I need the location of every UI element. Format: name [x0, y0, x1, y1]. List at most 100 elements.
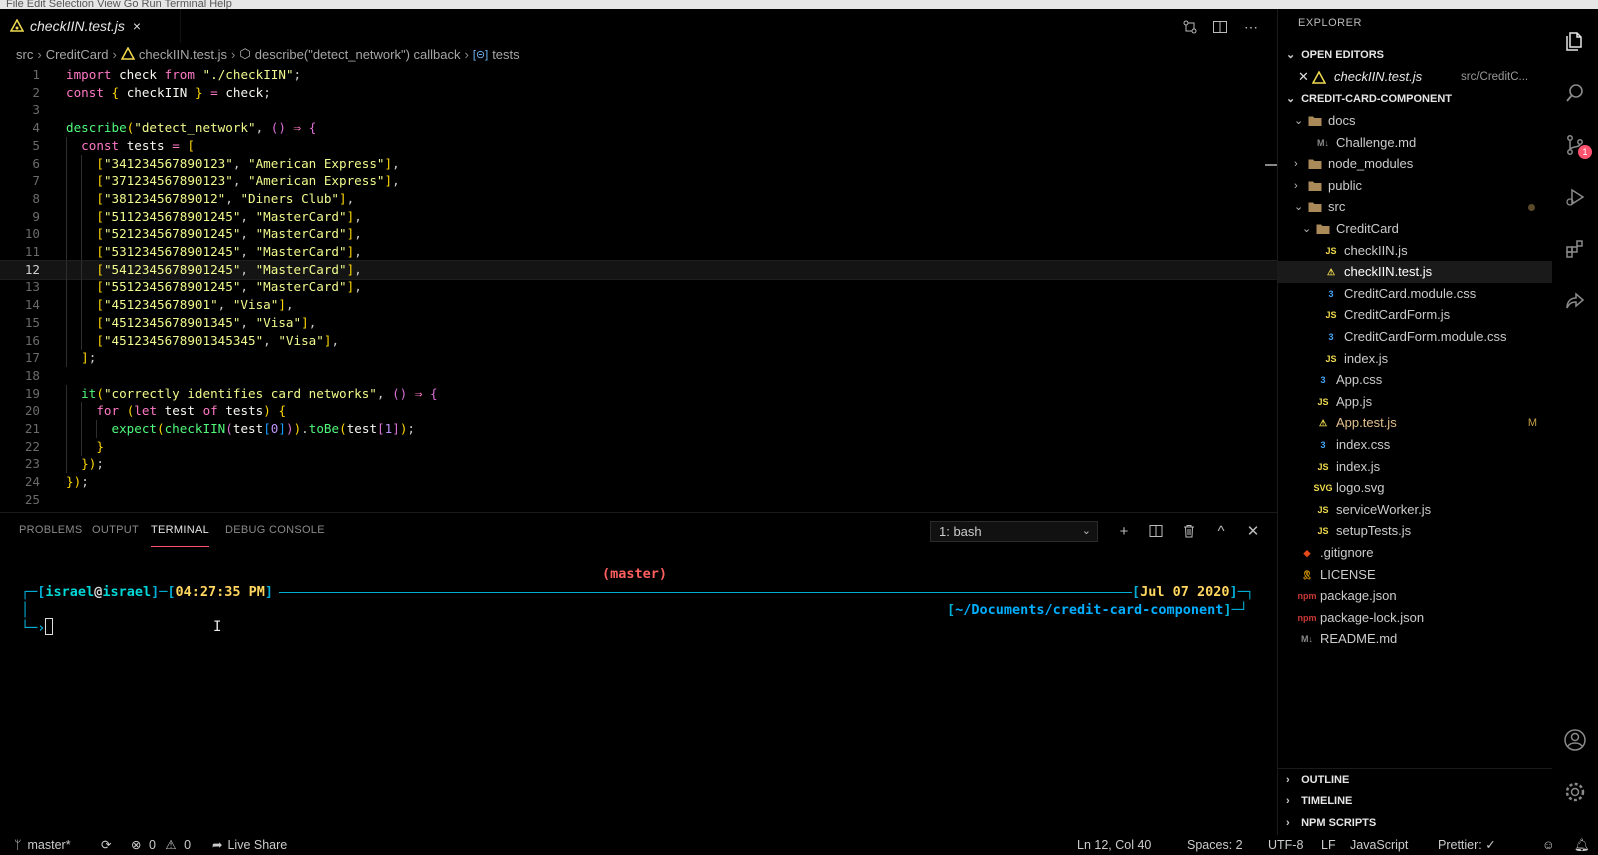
tab-checkiin-test[interactable]: checkIIN.test.js ×: [0, 9, 181, 43]
tree-item[interactable]: JS setupTests.js: [1278, 520, 1553, 542]
code-line[interactable]: 25: [0, 491, 1277, 509]
breadcrumb-item-tests[interactable]: tests: [492, 47, 519, 62]
tree-item[interactable]: npm package-lock.json: [1278, 607, 1553, 629]
explorer-icon[interactable]: [1563, 29, 1587, 53]
tree-item[interactable]: JS index.js: [1278, 456, 1553, 478]
code-line[interactable]: 2 const { checkIIN } = check;: [0, 84, 1277, 102]
close-icon[interactable]: ✕: [1298, 66, 1309, 88]
open-editor-item[interactable]: ✕ checkIIN.test.js src/CreditC...: [1278, 66, 1553, 88]
npm-scripts-header[interactable]: › NPM SCRIPTS: [1278, 812, 1553, 834]
code-line[interactable]: 21 expect(checkIIN(test[0])).toBe(test[1…: [0, 420, 1277, 438]
extensions-icon[interactable]: [1563, 237, 1587, 261]
indentation[interactable]: Spaces: 2: [1187, 835, 1243, 855]
code-line[interactable]: 12 ["5412345678901245", "MasterCard"],: [0, 259, 1278, 280]
breadcrumb-item-src[interactable]: src: [16, 47, 33, 62]
tree-item[interactable]: › public: [1278, 175, 1553, 197]
cursor-position[interactable]: Ln 12, Col 40: [1077, 835, 1151, 855]
code-line[interactable]: 23 });: [0, 455, 1277, 474]
tree-item[interactable]: 3 CreditCard.module.css: [1278, 283, 1553, 305]
code-line[interactable]: 19 it("correctly identifies card network…: [0, 384, 1277, 403]
tab-close-icon[interactable]: ×: [133, 18, 141, 34]
code-line[interactable]: 10 ["5212345678901245", "MasterCard"],: [0, 225, 1277, 244]
code-line[interactable]: 3: [0, 101, 1277, 119]
tree-item[interactable]: JS serviceWorker.js: [1278, 499, 1553, 521]
tree-item[interactable]: › node_modules: [1278, 153, 1553, 175]
tab-problems[interactable]: PROBLEMS: [19, 513, 83, 547]
open-changes-icon[interactable]: [1180, 17, 1200, 37]
encoding[interactable]: UTF-8: [1268, 835, 1303, 855]
split-terminal-icon[interactable]: [1145, 520, 1167, 542]
problems-status[interactable]: ⊗ 0 ⚠ 0: [131, 835, 191, 855]
terminal[interactable]: (master) ┌─[israel@israel]─[04:27:35 PM]…: [0, 549, 1277, 834]
tree-item[interactable]: 3 CreditCardForm.module.css: [1278, 326, 1553, 348]
line-ending[interactable]: LF: [1321, 835, 1336, 855]
tree-item[interactable]: JS CreditCardForm.js: [1278, 304, 1553, 326]
code-line[interactable]: 14 ["4512345678901", "Visa"],: [0, 296, 1277, 315]
gear-icon[interactable]: [1563, 780, 1587, 804]
code-line[interactable]: 20 for (let test of tests) {: [0, 402, 1277, 421]
tree-item[interactable]: npm package.json: [1278, 585, 1553, 607]
code-line[interactable]: 9 ["5112345678901245", "MasterCard"],: [0, 207, 1277, 226]
close-panel-icon[interactable]: ✕: [1242, 520, 1264, 542]
breadcrumb-item-describe[interactable]: describe("detect_network") callback: [255, 47, 461, 62]
tab-debug-console[interactable]: DEBUG CONSOLE: [225, 513, 325, 547]
more-actions-icon[interactable]: ⋯: [1241, 17, 1261, 37]
feedback-icon[interactable]: ☺: [1542, 835, 1555, 855]
tree-item[interactable]: ⌄ docs: [1278, 110, 1553, 132]
language-mode[interactable]: JavaScript: [1350, 835, 1408, 855]
new-terminal-icon[interactable]: +: [1113, 520, 1135, 542]
tree-item[interactable]: SVG logo.svg: [1278, 477, 1553, 499]
code-line[interactable]: 15 ["4512345678901345", "Visa"],: [0, 313, 1277, 332]
terminal-select[interactable]: 1: bash ⌄: [930, 521, 1098, 542]
code-line[interactable]: 8 ["38123456789012", "Diners Club"],: [0, 189, 1277, 208]
code-line[interactable]: 6 ["341234567890123", "American Express"…: [0, 154, 1277, 173]
tree-item[interactable]: JS checkIIN.js: [1278, 240, 1553, 262]
code-line[interactable]: 11 ["5312345678901245", "MasterCard"],: [0, 243, 1277, 261]
open-editors-header[interactable]: ⌄ OPEN EDITORS: [1278, 44, 1553, 66]
tree-item[interactable]: M↓ Challenge.md: [1278, 132, 1553, 154]
tree-item[interactable]: 🎗︎ LICENSE: [1278, 564, 1553, 586]
branch-status[interactable]: ᛘ master*: [14, 835, 71, 855]
sync-icon[interactable]: ⟳: [101, 835, 111, 855]
code-line[interactable]: 17 ];: [0, 349, 1277, 368]
trash-icon[interactable]: [1178, 520, 1200, 542]
breadcrumb-item-creditcard[interactable]: CreditCard: [46, 47, 109, 62]
tree-item[interactable]: ⚠ App.test.js M: [1278, 412, 1553, 434]
project-header[interactable]: ⌄ CREDIT-CARD-COMPONENT: [1278, 88, 1553, 110]
code-line[interactable]: 18: [0, 367, 1277, 385]
code-line[interactable]: 1 import check from "./checkIIN";: [0, 66, 1277, 84]
prettier-status[interactable]: Prettier: ✓: [1438, 835, 1496, 855]
maximize-panel-icon[interactable]: ^: [1210, 520, 1232, 542]
code-line[interactable]: 16 ["4512345678901345345", "Visa"],: [0, 331, 1277, 350]
tree-item[interactable]: ⌄ CreditCard: [1278, 218, 1553, 240]
breadcrumb-item-file[interactable]: checkIIN.test.js: [139, 47, 227, 62]
tree-item[interactable]: ⚠ checkIIN.test.js: [1278, 261, 1553, 284]
code-line[interactable]: 22 }: [0, 437, 1277, 456]
outline-header[interactable]: › OUTLINE: [1278, 768, 1553, 790]
tree-item[interactable]: JS App.js: [1278, 391, 1553, 413]
live-share-icon[interactable]: [1563, 289, 1587, 313]
code-text: ["4512345678901345345", "Visa"],: [96, 332, 340, 348]
account-icon[interactable]: [1563, 728, 1587, 752]
tree-item[interactable]: ⌄ src: [1278, 196, 1553, 218]
search-icon[interactable]: [1563, 81, 1587, 105]
code-line[interactable]: 7 ["371234567890123", "American Express"…: [0, 172, 1277, 191]
tab-terminal[interactable]: TERMINAL: [151, 513, 210, 547]
tree-item[interactable]: M↓ README.md: [1278, 628, 1553, 650]
timeline-header[interactable]: › TIMELINE: [1278, 790, 1553, 812]
notifications-icon[interactable]: 🔔︎: [1574, 835, 1590, 855]
scrollbar-marker[interactable]: [1265, 164, 1277, 166]
tree-item[interactable]: JS index.js: [1278, 348, 1553, 370]
tree-item[interactable]: 3 App.css: [1278, 369, 1553, 391]
code-line[interactable]: 4 describe("detect_network", () ⇒ {: [0, 119, 1277, 137]
live-share-status[interactable]: ➦ Live Share: [212, 835, 287, 855]
split-editor-icon[interactable]: [1210, 17, 1230, 37]
code-editor[interactable]: 1 import check from "./checkIIN"; 2 const {…: [0, 66, 1278, 512]
tab-output[interactable]: OUTPUT: [92, 513, 139, 547]
tree-item[interactable]: ◆ .gitignore: [1278, 542, 1553, 564]
run-debug-icon[interactable]: [1563, 185, 1587, 209]
tree-item[interactable]: 3 index.css: [1278, 434, 1553, 456]
code-line[interactable]: 5 const tests = [: [0, 136, 1277, 155]
code-line[interactable]: 24});: [0, 473, 1277, 491]
code-line[interactable]: 13 ["5512345678901245", "MasterCard"],: [0, 278, 1277, 297]
